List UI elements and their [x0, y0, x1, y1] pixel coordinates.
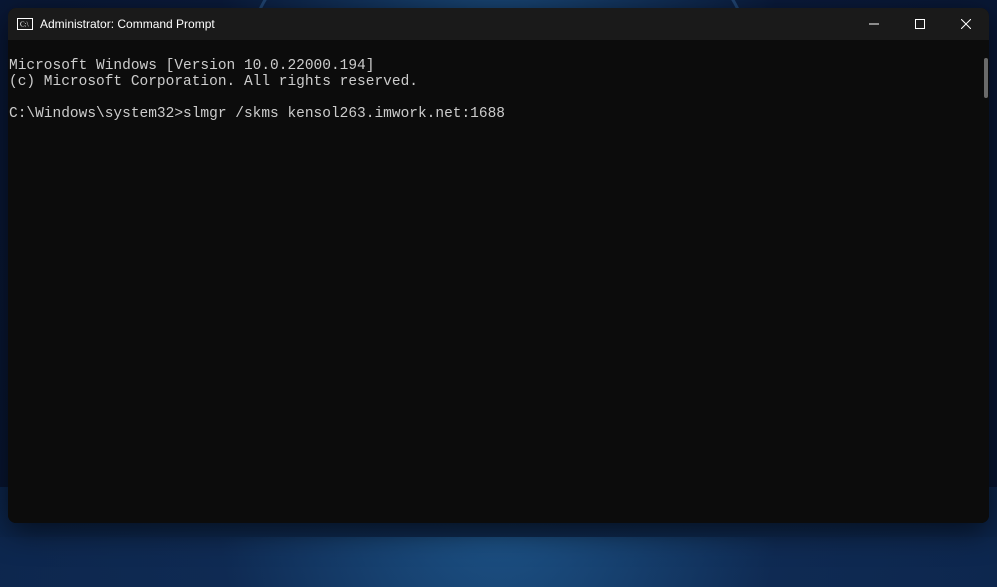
command-input[interactable]: slmgr /skms kensol263.imwork.net:1688: [183, 106, 505, 122]
scrollbar-thumb[interactable]: [984, 58, 988, 98]
terminal-output[interactable]: Microsoft Windows [Version 10.0.22000.19…: [8, 40, 989, 523]
close-button[interactable]: [943, 8, 989, 40]
command-prompt-window: C:\ Administrator: Command Prompt Micros…: [8, 8, 989, 523]
minimize-button[interactable]: [851, 8, 897, 40]
prompt-path: C:\Windows\system32>: [9, 106, 183, 122]
banner-line: Microsoft Windows [Version 10.0.22000.19…: [9, 58, 374, 74]
scrollbar-track[interactable]: [973, 40, 989, 523]
app-icon: C:\: [17, 16, 33, 32]
titlebar[interactable]: C:\ Administrator: Command Prompt: [8, 8, 989, 40]
banner-line: (c) Microsoft Corporation. All rights re…: [9, 74, 418, 90]
text-cursor: [505, 107, 513, 122]
svg-text:C:\: C:\: [20, 21, 29, 29]
maximize-button[interactable]: [897, 8, 943, 40]
window-title: Administrator: Command Prompt: [40, 17, 215, 31]
window-controls: [851, 8, 989, 40]
